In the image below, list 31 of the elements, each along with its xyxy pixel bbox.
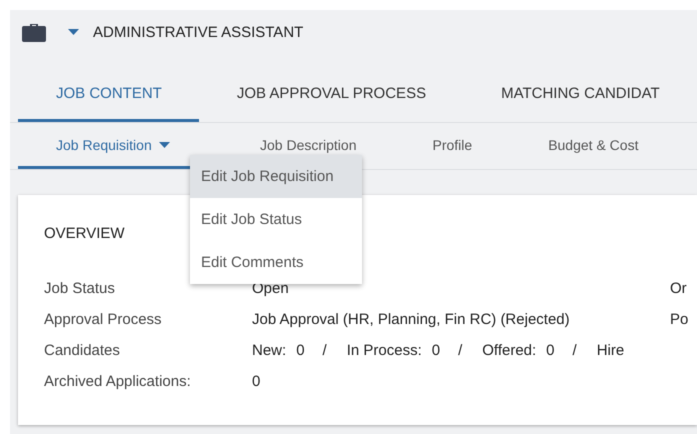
subtab[interactable]: Job Requisition [18,123,190,169]
briefcase-icon [22,22,46,42]
field-value: Job Approval (HR, Planning, Fin RC) (Rejected) [252,310,571,330]
caret-icon[interactable] [68,29,79,35]
separator-text: / [458,341,462,361]
tab[interactable]: MATCHING CANDIDAT [463,54,697,122]
job-title: ADMINISTRATIVE ASSISTANT [93,24,304,40]
field-value: 0 [252,372,262,392]
subtab[interactable]: Budget & Cost [548,123,638,169]
separator-text: / [572,341,577,361]
field-label: Approval Process [44,310,163,330]
count-value: 0 [296,341,305,361]
count-label: In Process: [346,341,422,361]
subtab[interactable]: Profile [432,123,472,169]
menu-item[interactable]: Edit Comments [190,241,362,284]
count-value: 0 [546,341,555,361]
count-value: 0 [432,341,440,361]
menu-item[interactable]: Edit Job Status [190,198,362,241]
section-title: OVERVIEW [44,225,126,242]
separator-text: / [322,341,327,361]
field-label: Archived Applications: [44,372,192,392]
tab[interactable]: JOB APPROVAL PROCESS [198,54,464,122]
tab[interactable]: JOB CONTENT [18,54,199,122]
count-label: Offered: [482,341,536,361]
menu-item[interactable]: Edit Job Requisition [190,155,362,198]
field-label: Job Status [44,279,116,299]
field-label: Candidates [44,341,121,361]
count-label: New: [252,341,286,361]
count-label: Hire [596,341,624,361]
field-label: Or [670,279,688,299]
field-label: Po [670,310,690,330]
